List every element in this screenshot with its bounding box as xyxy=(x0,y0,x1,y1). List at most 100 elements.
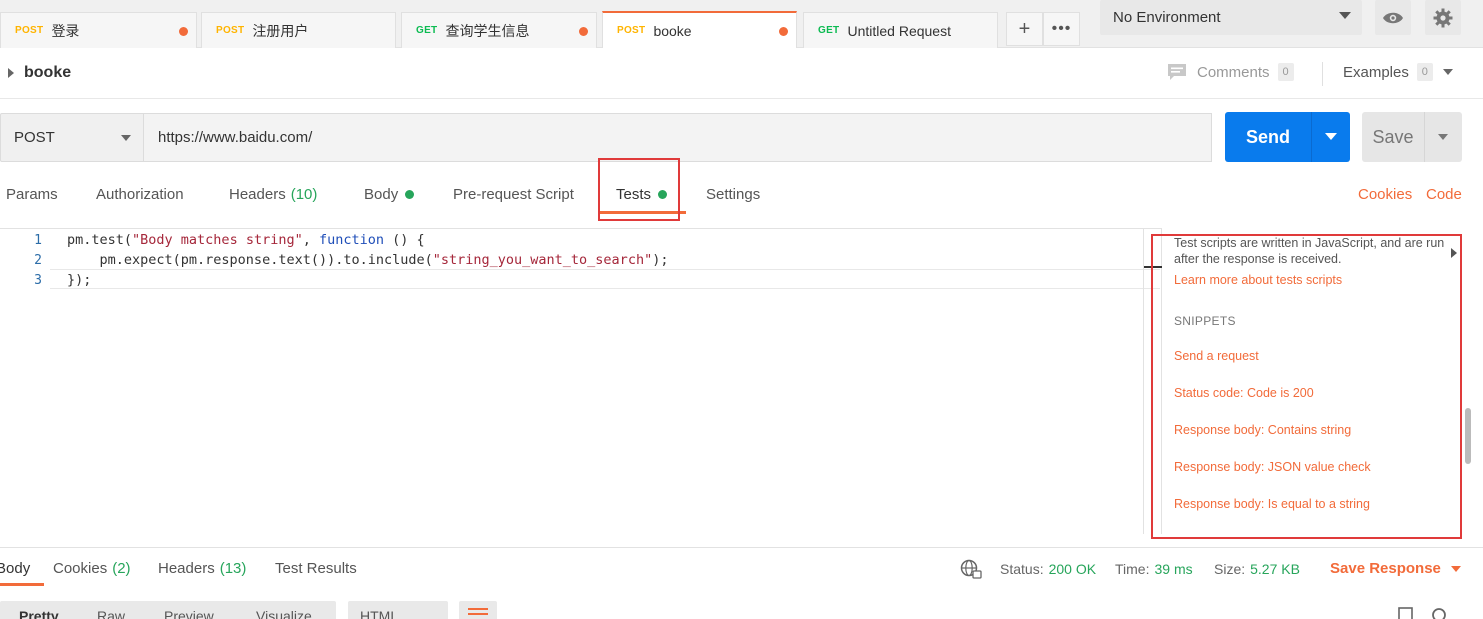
code-line: }); xyxy=(67,272,92,288)
wrap-lines-icon xyxy=(468,613,488,615)
send-button-label: Send xyxy=(1245,126,1290,147)
response-format-select[interactable]: HTML xyxy=(348,601,448,619)
tab-params[interactable]: Params xyxy=(6,186,58,203)
request-tab-booke[interactable]: POST booke xyxy=(602,11,797,48)
chevron-down-icon xyxy=(1438,134,1448,140)
tab-method: POST xyxy=(216,25,245,36)
code-string: "Body matches string" xyxy=(132,232,303,248)
comment-icon xyxy=(1168,64,1186,80)
url-input-value: https://www.baidu.com/ xyxy=(158,129,313,146)
save-options-button[interactable] xyxy=(1424,112,1462,162)
status-label: Status: xyxy=(1000,561,1044,577)
environment-settings-button[interactable] xyxy=(1425,0,1461,35)
tab-title: booke xyxy=(653,22,692,39)
request-tab-login[interactable]: POST 登录 xyxy=(0,12,197,48)
response-tab-test-results[interactable]: Test Results xyxy=(275,560,357,577)
chevron-down-icon xyxy=(1450,565,1461,572)
code-line: pm.expect(pm.response.text()).to.include… xyxy=(67,252,669,268)
chevron-down-icon xyxy=(1339,12,1351,19)
save-button-label: Save xyxy=(1372,126,1414,147)
environment-select[interactable]: No Environment xyxy=(1100,0,1362,35)
search-icon[interactable] xyxy=(1431,607,1449,619)
cookies-link[interactable]: Cookies xyxy=(1358,186,1412,203)
divider xyxy=(1322,62,1323,86)
tab-count: (2) xyxy=(112,560,131,577)
unsaved-dot-icon xyxy=(779,27,788,36)
tab-settings[interactable]: Settings xyxy=(706,186,760,203)
panel-splitter[interactable] xyxy=(1143,228,1144,534)
code-token: , xyxy=(302,232,319,248)
tab-title: 查询学生信息 xyxy=(445,22,530,39)
tab-headers[interactable]: Headers (10) xyxy=(229,186,317,203)
chevron-down-icon xyxy=(121,135,131,141)
code-keyword: function xyxy=(318,232,385,248)
code-line: pm.test("Body matches string", function … xyxy=(67,232,425,248)
send-options-button[interactable] xyxy=(1311,112,1350,162)
size-label: Size: xyxy=(1214,561,1246,577)
time-label: Time: xyxy=(1115,561,1150,577)
tab-title: 注册用户 xyxy=(252,22,309,39)
view-tab-raw[interactable]: Raw xyxy=(97,608,125,619)
save-button[interactable]: Save xyxy=(1362,112,1424,162)
request-tab-query-student[interactable]: GET 查询学生信息 xyxy=(401,12,597,48)
copy-icon[interactable] xyxy=(1398,607,1416,619)
wrap-lines-button[interactable] xyxy=(459,601,497,619)
tab-options-button[interactable]: ••• xyxy=(1043,12,1080,46)
response-tab-cookies[interactable]: Cookies (2) xyxy=(53,560,131,577)
scrollbar-thumb[interactable] xyxy=(1465,408,1471,464)
request-name[interactable]: booke xyxy=(8,64,71,82)
more-horizontal-icon: ••• xyxy=(1051,20,1072,37)
tab-count: (13) xyxy=(219,560,247,577)
tab-method: POST xyxy=(617,25,646,36)
active-tab-indicator xyxy=(0,583,44,586)
response-tab-headers[interactable]: Headers (13) xyxy=(158,560,246,577)
line-number: 3 xyxy=(34,273,42,288)
response-time: Time: 39 ms xyxy=(1115,561,1193,577)
tests-code-editor[interactable]: 1 2 3 pm.test("Body matches string", fun… xyxy=(0,228,1162,534)
request-tab-register[interactable]: POST 注册用户 xyxy=(201,12,396,48)
view-tab-preview[interactable]: Preview xyxy=(164,608,214,619)
save-response-button[interactable]: Save Response xyxy=(1330,560,1461,577)
url-input[interactable]: https://www.baidu.com/ xyxy=(143,113,1212,162)
tab-label: Settings xyxy=(706,186,761,203)
tab-pre-request-script[interactable]: Pre-request Script xyxy=(453,186,574,203)
tab-label: Params xyxy=(6,186,58,203)
examples-button[interactable]: Examples 0 xyxy=(1343,63,1453,81)
new-tab-button[interactable]: + xyxy=(1006,12,1043,46)
http-method-value: POST xyxy=(14,129,55,146)
tab-method: POST xyxy=(15,25,44,36)
tab-method: GET xyxy=(818,25,840,36)
tab-label: Cookies xyxy=(53,560,108,577)
http-method-select[interactable]: POST xyxy=(0,113,144,162)
status-value: 200 OK xyxy=(1048,561,1097,577)
eye-icon xyxy=(1383,12,1403,23)
active-line-highlight xyxy=(50,269,1160,289)
code-string: "string_you_want_to_search" xyxy=(432,252,653,268)
response-tab-body[interactable]: Body xyxy=(0,560,30,577)
comments-button[interactable]: Comments 0 xyxy=(1167,63,1294,81)
code-link[interactable]: Code xyxy=(1426,186,1462,203)
highlight-box-tests xyxy=(598,158,680,221)
request-tab-untitled[interactable]: GET Untitled Request xyxy=(803,12,998,48)
view-tab-visualize[interactable]: Visualize xyxy=(256,608,312,619)
code-token: pm.test( xyxy=(67,232,133,248)
chevron-down-icon xyxy=(1325,133,1337,140)
request-name-text: booke xyxy=(24,64,72,81)
line-number: 1 xyxy=(34,233,42,248)
chevron-down-icon xyxy=(1442,69,1453,75)
environment-quick-look-button[interactable] xyxy=(1375,0,1411,35)
size-value: 5.27 KB xyxy=(1250,561,1300,577)
divider xyxy=(0,98,1483,99)
tab-label: Headers xyxy=(158,560,215,577)
tab-count: (10) xyxy=(290,186,318,203)
code-token: () { xyxy=(384,232,425,248)
globe-icon[interactable] xyxy=(960,559,982,579)
send-button[interactable]: Send xyxy=(1225,112,1311,162)
tab-method: GET xyxy=(416,25,438,36)
tab-authorization[interactable]: Authorization xyxy=(96,186,184,203)
code-token: ); xyxy=(652,252,669,268)
tab-label: Test Results xyxy=(275,560,357,577)
view-tab-pretty[interactable]: Pretty xyxy=(19,608,59,619)
tab-body[interactable]: Body xyxy=(364,186,415,203)
comments-label: Comments xyxy=(1197,63,1270,81)
